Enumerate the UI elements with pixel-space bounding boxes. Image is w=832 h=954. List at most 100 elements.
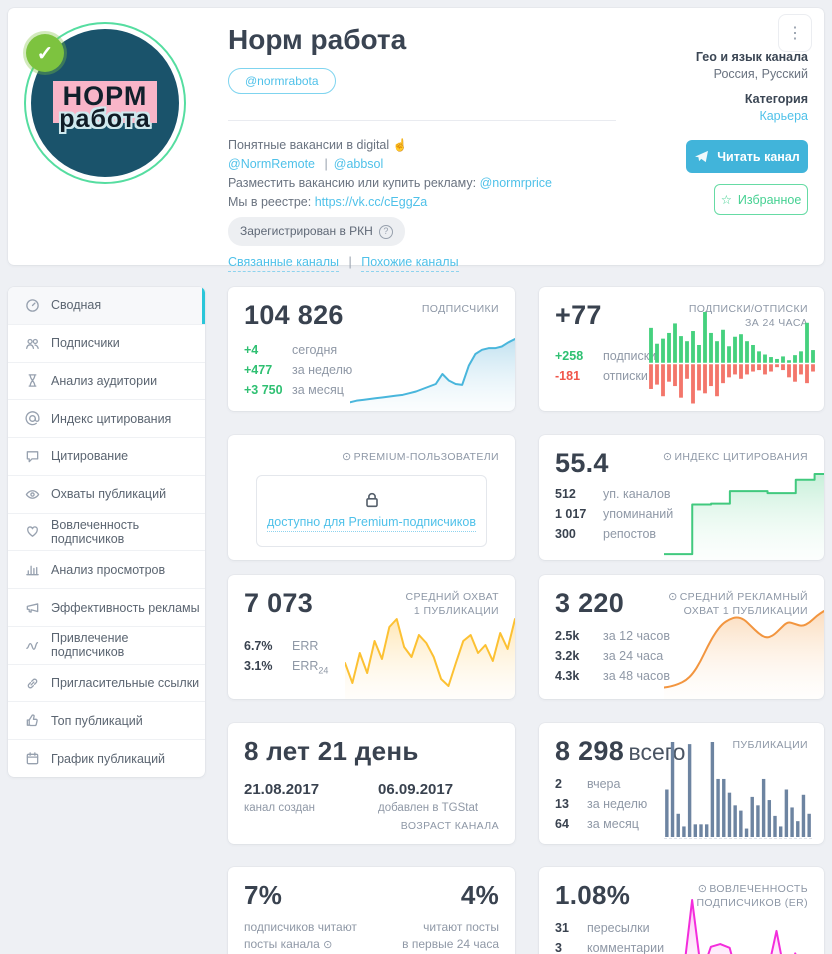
hand-icon: ☝ (392, 138, 408, 152)
added-date-block: 06.09.2017 добавлен в TGStat (378, 781, 479, 814)
gauge-icon (26, 299, 39, 312)
read-rate-right: 4% читают постыв первые 24 часапосле пуб… (398, 880, 499, 954)
subs-unsubs-stats: +258 подписки -181 отписки (555, 349, 657, 383)
menu-kebab-button[interactable]: ⋮ (778, 14, 812, 52)
citation-label: ⊙ ИНДЕКС ЦИТИРОВАНИЯ (662, 451, 808, 463)
sidebar-item-engagement[interactable]: Вовлеченность подписчиков (8, 512, 205, 551)
lock-icon (365, 492, 378, 508)
info-icon: ⊙ (662, 451, 673, 463)
subscribers-card: 104 826 ПОДПИСЧИКИ +4 сегодня +477 за неде… (228, 287, 515, 411)
description-line-2: @NormRemote | @abbsol (228, 157, 384, 171)
calendar-icon (26, 752, 39, 765)
sidebar-item-invite-links[interactable]: Пригласительные ссылки (8, 663, 205, 702)
premium-label: ⊙ PREMIUM-ПОЛЬЗОВАТЕЛИ (341, 451, 499, 463)
citation-stats: 512 уп. каналов 1 017 упоминаний 300 репост… (555, 487, 674, 541)
category-label: Категория (744, 92, 808, 106)
related-links-row: Связанные каналы | Похожие каналы (228, 253, 648, 272)
megaphone-icon (26, 603, 39, 613)
at-icon (25, 411, 40, 426)
channel-age-card: 8 лет 21 день 21.08.2017 канал создан 06… (228, 723, 515, 844)
tgstat-channel-page: НОРМ работа ✓ Норм работа @normrabota По… (0, 0, 832, 954)
favorite-button[interactable]: ☆ Избранное (714, 184, 808, 215)
channel-title: Норм работа (228, 24, 407, 55)
verified-check-icon: ✓ (26, 34, 64, 72)
subs-unsubs-card: +77 ПОДПИСКИ/ОТПИСКИ ЗА 24 ЧАСА +258 подпи… (539, 287, 824, 411)
sidebar-nav: Сводная Подписчики Анализ аудитории Инде… (8, 287, 205, 777)
link-abbsol[interactable]: @abbsol (334, 157, 384, 171)
category-value-link: Карьера (759, 109, 808, 123)
sidebar-item-citation-index[interactable]: Индекс цитирования (8, 399, 205, 437)
sidebar-item-subscribers[interactable]: Подписчики (8, 323, 205, 362)
avg-ad-reach-card: 3 220 ⊙ СРЕДНИЙ РЕКЛАМНЫЙ ОХВАТ 1 ПУБЛИКАЦ… (539, 575, 824, 699)
sidebar-item-summary[interactable]: Сводная (8, 287, 205, 324)
subscribers-sparkline (350, 335, 515, 411)
read-rate-left-text: подписчиков читают посты канала ⊙ (244, 920, 357, 951)
sidebar-item-audience-analysis[interactable]: Анализ аудитории (8, 361, 205, 400)
description-line-4: Мы в реестре: https://vk.cc/cEggZa (228, 195, 428, 209)
geo-block: Гео и язык канала Россия, Русский (696, 50, 808, 81)
created-date-block: 21.08.2017 канал создан (244, 781, 320, 814)
sidebar-item-subscriber-growth[interactable]: Привлечение подписчиков (8, 625, 205, 664)
info-icon[interactable]: ⊙ (323, 939, 332, 951)
premium-upgrade-link[interactable]: доступно для Premium-подписчиков (266, 515, 476, 532)
info-icon: ⊙ (697, 883, 708, 895)
avg-reach-stats: 6.7% ERR 3.1% ERR24 (244, 639, 329, 676)
geo-value: Россия, Русский (713, 67, 808, 81)
heart-icon (27, 526, 38, 538)
publications-card: 8 298 всего ПУБЛИКАЦИИ 2 вчера 13 за недел… (539, 723, 824, 844)
subs-unsubs-bar-chart (648, 309, 816, 405)
channel-header-card: НОРМ работа ✓ Норм работа @normrabota По… (8, 8, 824, 272)
sidebar-item-ad-effectiveness[interactable]: Эффективность рекламы (8, 588, 205, 626)
link-registry[interactable]: https://vk.cc/cEggZa (315, 195, 428, 209)
channel-description: Понятные вакансии в digital ☝ @NormRemot… (228, 136, 648, 272)
channel-username-badge[interactable]: @normrabota (228, 68, 336, 94)
citation-index-card: 55.4 ⊙ ИНДЕКС ЦИТИРОВАНИЯ 512 уп. каналов … (539, 435, 824, 560)
avatar-text-2: работа (59, 104, 151, 133)
rkn-badge: Зарегистрирован в РКН ? (228, 217, 405, 246)
premium-locked-box: доступно для Premium-подписчиков (256, 475, 487, 547)
category-block: Категория Карьера (745, 92, 808, 123)
sidebar-item-post-reach[interactable]: Охваты публикаций (8, 474, 205, 513)
sidebar-item-top-posts[interactable]: Топ публикаций (8, 701, 205, 739)
engagement-line-chart (664, 896, 814, 954)
sidebar-item-post-schedule[interactable]: График публикаций (8, 739, 205, 777)
link-icon (27, 678, 38, 688)
publications-stats: 2 вчера 13 за неделю 64 за месяц (555, 777, 648, 831)
star-icon: ☆ (720, 193, 732, 207)
question-icon[interactable]: ? (378, 224, 393, 239)
read-channel-button[interactable]: Читать канал (686, 140, 808, 173)
hourglass-icon (28, 374, 37, 388)
description-line-3: Разместить вакансию или купить рекламу: … (228, 176, 552, 190)
channel-age-value: 8 лет 21 день (244, 736, 419, 766)
users-icon (26, 338, 39, 349)
engagement-stats: 31 пересылки 3 комментарии (555, 921, 665, 954)
telegram-icon (695, 150, 709, 163)
link-normrprice[interactable]: @normrprice (480, 176, 552, 190)
avg-ad-reach-stats: 2.5k за 12 часов 3.2k за 24 часа 4.3k за 48… (555, 629, 670, 683)
read-rate-left: 7% подписчиков читают посты канала ⊙ (244, 880, 357, 954)
avg-reach-line-chart (345, 615, 515, 699)
avg-reach-label: СРЕДНИЙ ОХВАТ 1 ПУБЛИКАЦИИ (405, 591, 499, 617)
info-icon: ⊙ (341, 451, 352, 463)
read-rate-left-value: 7% (244, 880, 283, 910)
info-icon: ⊙ (668, 591, 678, 603)
bar-chart-icon (26, 565, 39, 576)
channel-age-footer-label: ВОЗРАСТ КАНАЛА (400, 820, 499, 832)
citation-step-chart (664, 470, 824, 560)
similar-channels-link[interactable]: Похожие каналы (361, 255, 459, 272)
related-channels-link[interactable]: Связанные каналы (228, 255, 340, 272)
chat-icon (26, 451, 39, 463)
avg-ad-reach-area-chart (664, 607, 824, 699)
premium-users-card: ⊙ PREMIUM-ПОЛЬЗОВАТЕЛИ доступно для Premi… (228, 435, 515, 560)
engagement-card: 1.08% ⊙ ВОВЛЕЧЕННОСТЬ ПОДПИСЧИКОВ (ER) 31 п… (539, 867, 824, 954)
read-rate-card: 7% подписчиков читают посты канала ⊙ 4% ч… (228, 867, 515, 954)
sidebar-item-views-analysis[interactable]: Анализ просмотров (8, 550, 205, 588)
eye-icon (25, 489, 40, 499)
read-rate-right-text: читают постыв первые 24 часапосле публик… (402, 920, 499, 951)
thumbs-up-icon (26, 714, 38, 727)
read-rate-right-value: 4% (460, 880, 499, 910)
divider (228, 120, 616, 121)
link-normremote[interactable]: @NormRemote (228, 157, 315, 171)
sidebar-item-citation[interactable]: Цитирование (8, 437, 205, 475)
geo-label: Гео и язык канала (695, 50, 808, 64)
